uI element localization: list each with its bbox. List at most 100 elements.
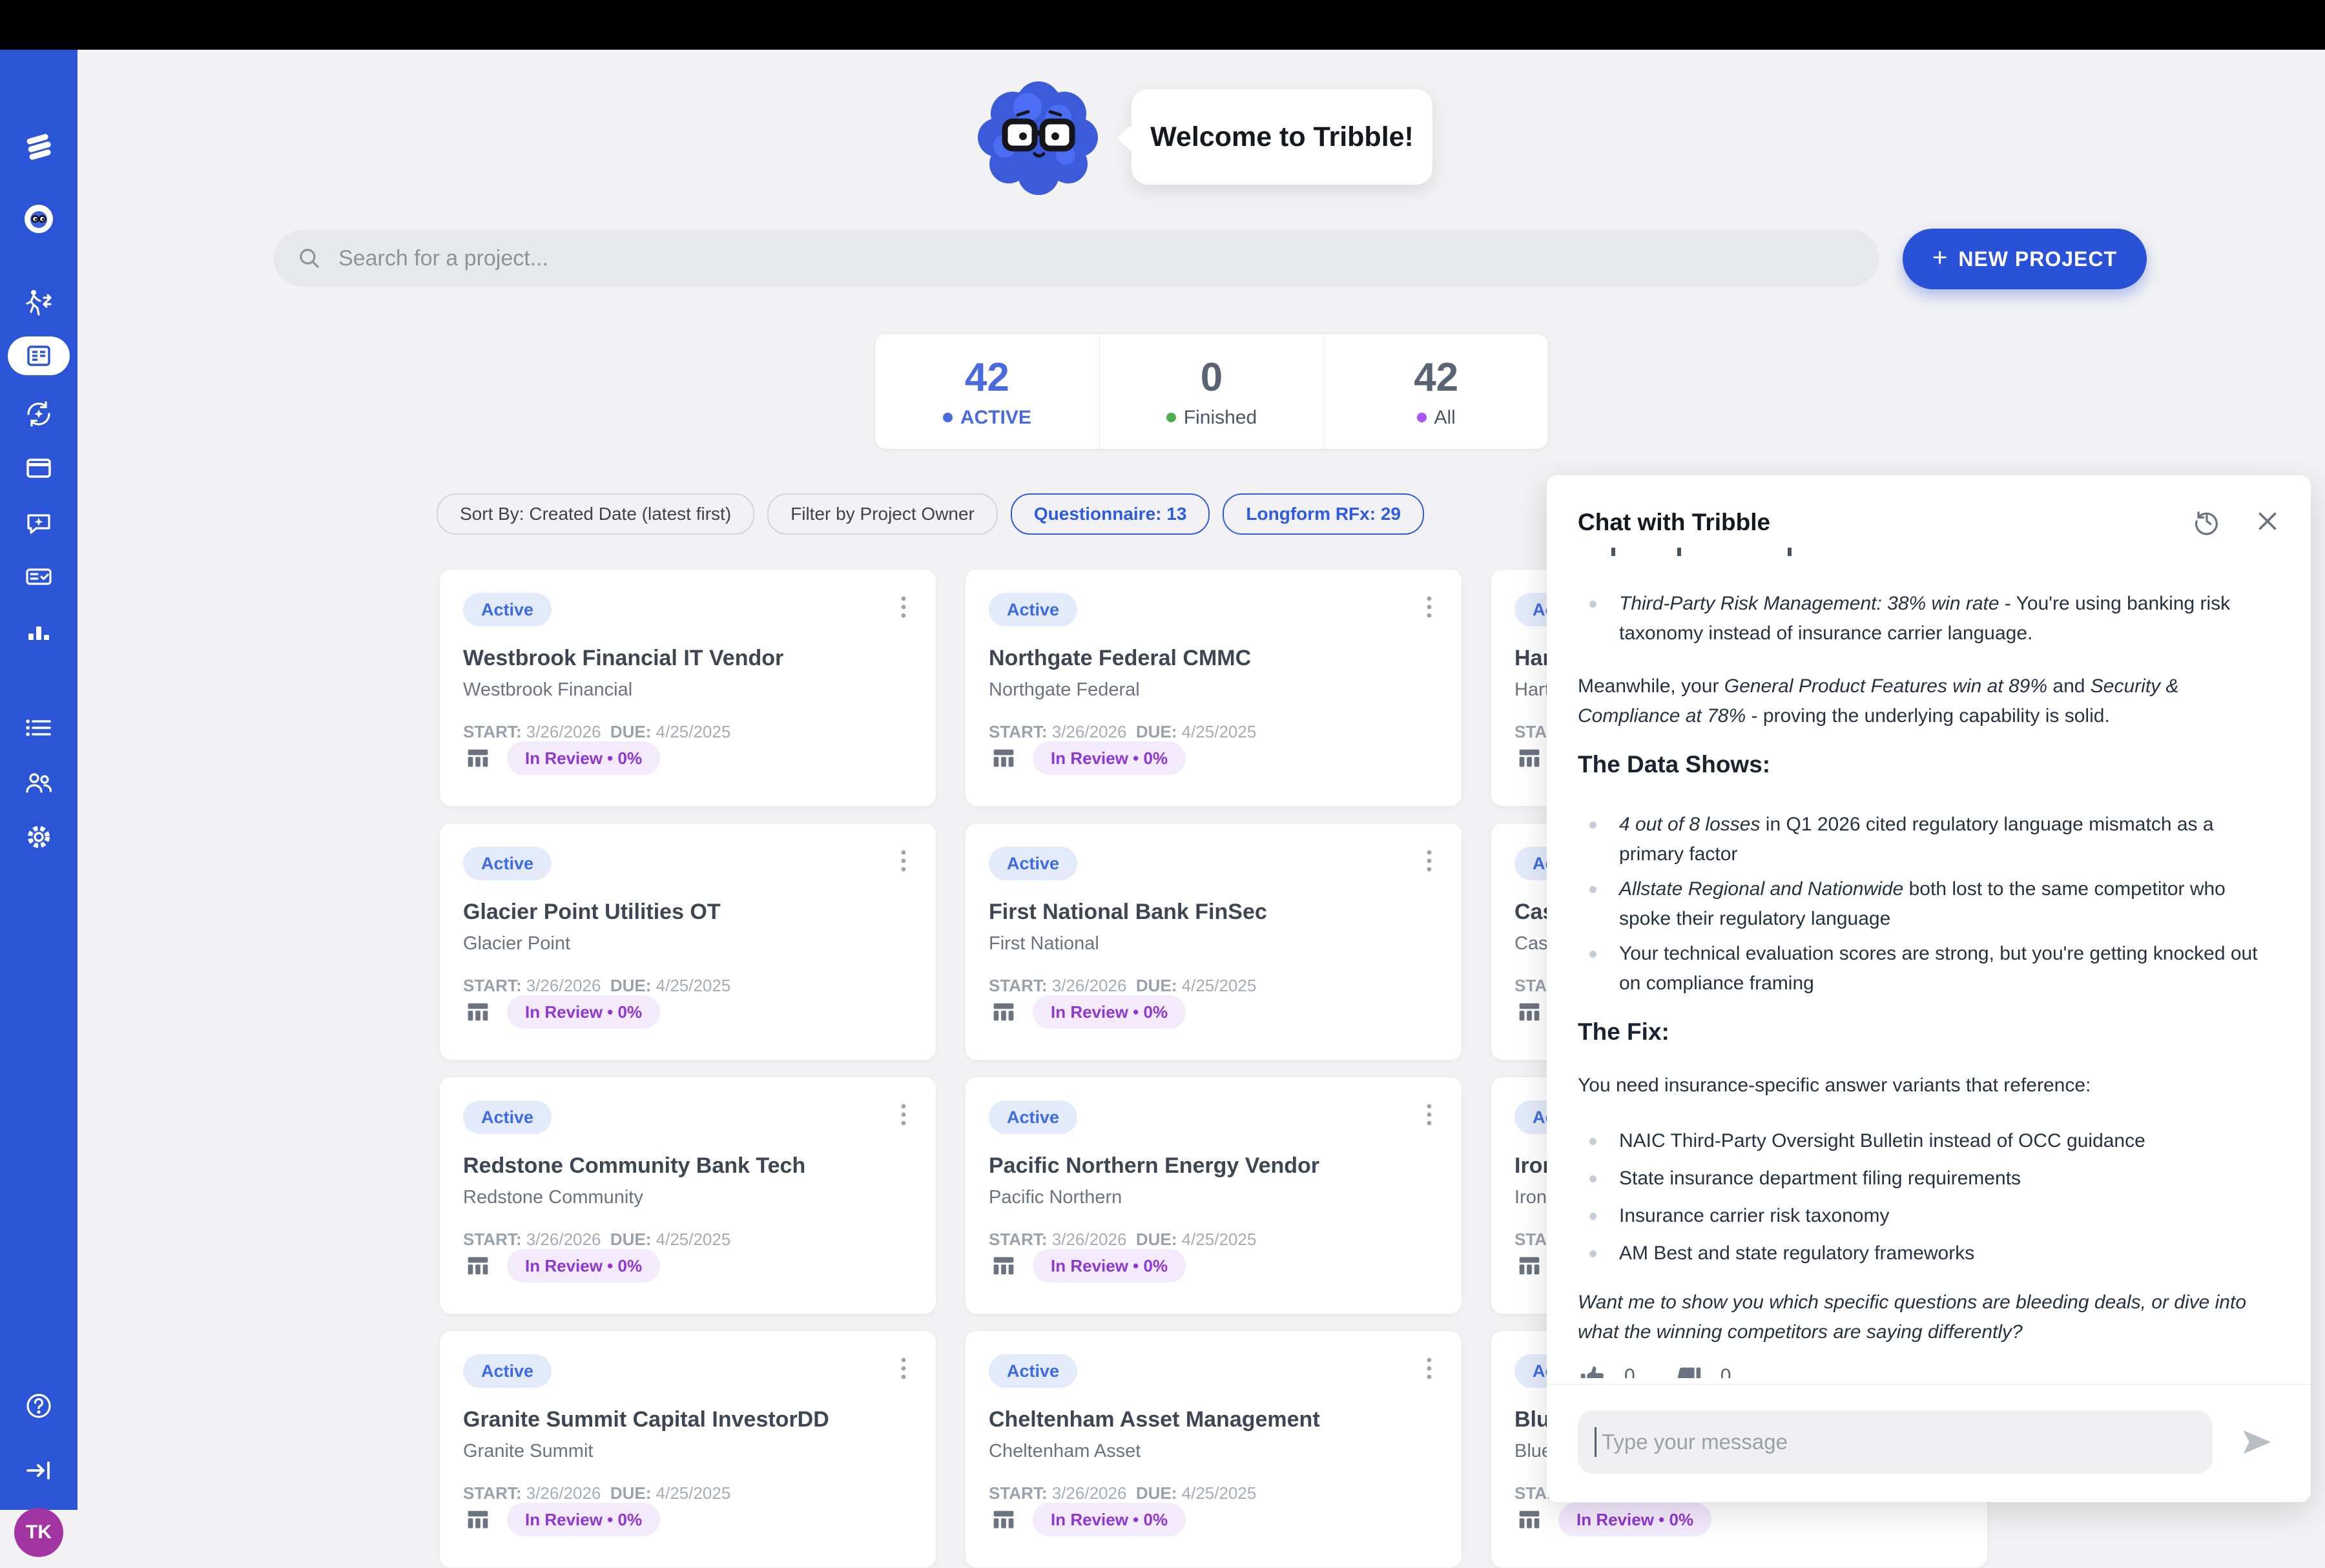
sidebar-item-gear[interactable] bbox=[0, 811, 78, 863]
table-icon bbox=[989, 997, 1018, 1027]
sidebar-item-help[interactable] bbox=[0, 1380, 78, 1432]
kebab-menu-icon[interactable] bbox=[888, 1099, 919, 1135]
project-dates: START: 3/26/2026 DUE: 4/25/2025 bbox=[463, 722, 730, 742]
kebab-menu-icon[interactable] bbox=[1414, 592, 1445, 628]
sidebar-item-walking-person[interactable] bbox=[0, 277, 78, 329]
status-dot bbox=[1166, 413, 1176, 422]
sidebar-item-bar-chart[interactable] bbox=[0, 606, 78, 658]
filter-chip[interactable]: Filter by Project Owner bbox=[767, 493, 998, 535]
sidebar-item-list-menu[interactable] bbox=[0, 702, 78, 754]
sidebar-item-tray[interactable] bbox=[0, 442, 78, 493]
history-icon[interactable] bbox=[2192, 506, 2222, 536]
project-stats-card: 42 ACTIVE 0Finished42All bbox=[874, 333, 1549, 449]
table-icon bbox=[989, 1505, 1018, 1534]
user-avatar[interactable]: TK bbox=[14, 1508, 63, 1557]
sidebar-item-people[interactable] bbox=[0, 757, 78, 809]
search-input[interactable] bbox=[337, 245, 1857, 272]
chat-bullet: AM Best and state regulatory frameworks bbox=[1578, 1239, 2282, 1268]
tribble-logo bbox=[23, 131, 54, 162]
project-card[interactable]: ActiveFirst National Bank FinSecFirst Na… bbox=[965, 823, 1462, 1060]
project-card[interactable]: ActivePacific Northern Energy VendorPaci… bbox=[965, 1077, 1462, 1314]
status-badge: Active bbox=[989, 847, 1077, 880]
sidebar-item-projects-active[interactable] bbox=[8, 336, 70, 375]
stat-label: ACTIVE bbox=[943, 407, 1031, 429]
sidebar-item-chat-spark[interactable] bbox=[0, 497, 78, 549]
sidebar-item-checklist[interactable] bbox=[0, 551, 78, 603]
chat-bullet: Third-Party Risk Management: 38% win rat… bbox=[1578, 589, 2282, 648]
project-card[interactable]: ActiveGranite Summit Capital InvestorDDG… bbox=[439, 1330, 936, 1568]
review-progress-badge: In Review • 0% bbox=[507, 995, 660, 1029]
chat-panel: Chat with Tribble Third-Party Risk Manag… bbox=[1547, 475, 2311, 1502]
kebab-menu-icon[interactable] bbox=[888, 592, 919, 628]
bar-chart-icon bbox=[23, 617, 54, 648]
filter-chip[interactable]: Longform RFx: 29 bbox=[1223, 493, 1424, 535]
table-icon bbox=[1514, 1505, 1544, 1534]
search-icon bbox=[296, 245, 323, 272]
thumbs-down-icon[interactable] bbox=[1674, 1361, 1704, 1378]
status-badge: Active bbox=[989, 1354, 1077, 1388]
thumbs-down-count: 0 bbox=[1720, 1365, 1731, 1378]
stat-value: 42 bbox=[965, 355, 1009, 400]
project-dates: START: 3/26/2026 DUE: 4/25/2025 bbox=[463, 1230, 730, 1250]
stat-all[interactable]: 42All bbox=[1323, 334, 1548, 449]
stat-finished[interactable]: 0Finished bbox=[1099, 334, 1324, 449]
chat-message[interactable]: Third-Party Risk Management: 38% win rat… bbox=[1578, 542, 2282, 1378]
sidebar-item-tribble-logo[interactable] bbox=[0, 121, 78, 172]
project-search[interactable] bbox=[274, 230, 1879, 287]
list-menu-icon bbox=[23, 712, 54, 743]
table-icon bbox=[463, 743, 493, 773]
project-title: Granite Summit Capital InvestorDD bbox=[463, 1407, 829, 1432]
project-title: Cheltenham Asset Management bbox=[989, 1407, 1320, 1432]
send-icon[interactable] bbox=[2240, 1425, 2275, 1460]
review-progress-badge: In Review • 0% bbox=[507, 1249, 660, 1283]
chat-message-input[interactable] bbox=[1600, 1429, 2196, 1455]
status-badge: Active bbox=[989, 1100, 1077, 1134]
project-subtitle: Granite Summit bbox=[463, 1441, 593, 1462]
thumbs-up-icon[interactable] bbox=[1578, 1361, 1607, 1378]
kebab-menu-icon[interactable] bbox=[1414, 1353, 1445, 1389]
people-icon bbox=[23, 767, 54, 798]
project-card[interactable]: ActiveRedstone Community Bank TechRedsto… bbox=[439, 1077, 936, 1314]
new-project-button[interactable]: + NEW PROJECT bbox=[1903, 229, 2147, 289]
stat-active[interactable]: 42 ACTIVE bbox=[875, 334, 1099, 449]
walking-person-icon bbox=[23, 287, 54, 318]
sidebar: TK bbox=[0, 50, 78, 1510]
kebab-menu-icon[interactable] bbox=[1414, 1099, 1445, 1135]
sidebar-item-exit[interactable] bbox=[0, 1445, 78, 1496]
sidebar-item-mascot-avatar[interactable] bbox=[0, 193, 78, 245]
project-card[interactable]: ActiveWestbrook Financial IT VendorWestb… bbox=[439, 569, 936, 807]
project-card[interactable]: ActiveGlacier Point Utilities OTGlacier … bbox=[439, 823, 936, 1060]
project-subtitle: Glacier Point bbox=[463, 933, 570, 954]
status-badge: Active bbox=[989, 593, 1077, 626]
kebab-menu-icon[interactable] bbox=[888, 845, 919, 882]
project-subtitle: Cheltenham Asset bbox=[989, 1441, 1141, 1462]
close-icon[interactable] bbox=[2253, 506, 2282, 536]
table-icon bbox=[1514, 1251, 1544, 1281]
chat-bullet-list: 4 out of 8 losses in Q1 2026 cited regul… bbox=[1578, 810, 2282, 998]
status-badge: Active bbox=[463, 847, 552, 880]
status-badge: Active bbox=[463, 593, 552, 626]
stat-value: 0 bbox=[1201, 355, 1223, 400]
help-icon bbox=[23, 1390, 54, 1421]
filter-chip[interactable]: Questionnaire: 13 bbox=[1011, 493, 1210, 535]
project-card[interactable]: ActiveNorthgate Federal CMMCNorthgate Fe… bbox=[965, 569, 1462, 807]
sidebar-item-sync[interactable] bbox=[0, 388, 78, 440]
chat-bullet: 4 out of 8 losses in Q1 2026 cited regul… bbox=[1578, 810, 2282, 869]
welcome-bubble: Welcome to Tribble! bbox=[1132, 89, 1432, 185]
new-project-label: NEW PROJECT bbox=[1958, 247, 2117, 271]
chat-input[interactable] bbox=[1578, 1410, 2213, 1474]
tray-icon bbox=[23, 452, 54, 483]
filter-chip[interactable]: Sort By: Created Date (latest first) bbox=[437, 493, 754, 535]
chat-bullet-list: Third-Party Risk Management: 38% win rat… bbox=[1578, 589, 2282, 648]
projects-icon bbox=[23, 340, 54, 371]
table-icon bbox=[1514, 997, 1544, 1027]
kebab-menu-icon[interactable] bbox=[888, 1353, 919, 1389]
project-card[interactable]: Active Cheltenham Asset Management Chelten… bbox=[965, 1330, 1462, 1568]
chat-bullet: Insurance carrier risk taxonomy bbox=[1578, 1201, 2282, 1231]
kebab-menu-icon[interactable] bbox=[1414, 845, 1445, 882]
project-dates: START: 3/26/2026 DUE: 4/25/2025 bbox=[989, 722, 1256, 742]
project-subtitle: Westbrook Financial bbox=[463, 679, 632, 701]
review-progress-badge: In Review • 0% bbox=[1033, 741, 1186, 775]
review-progress-badge: In Review • 0% bbox=[1558, 1503, 1711, 1536]
mascot-avatar bbox=[23, 203, 54, 234]
